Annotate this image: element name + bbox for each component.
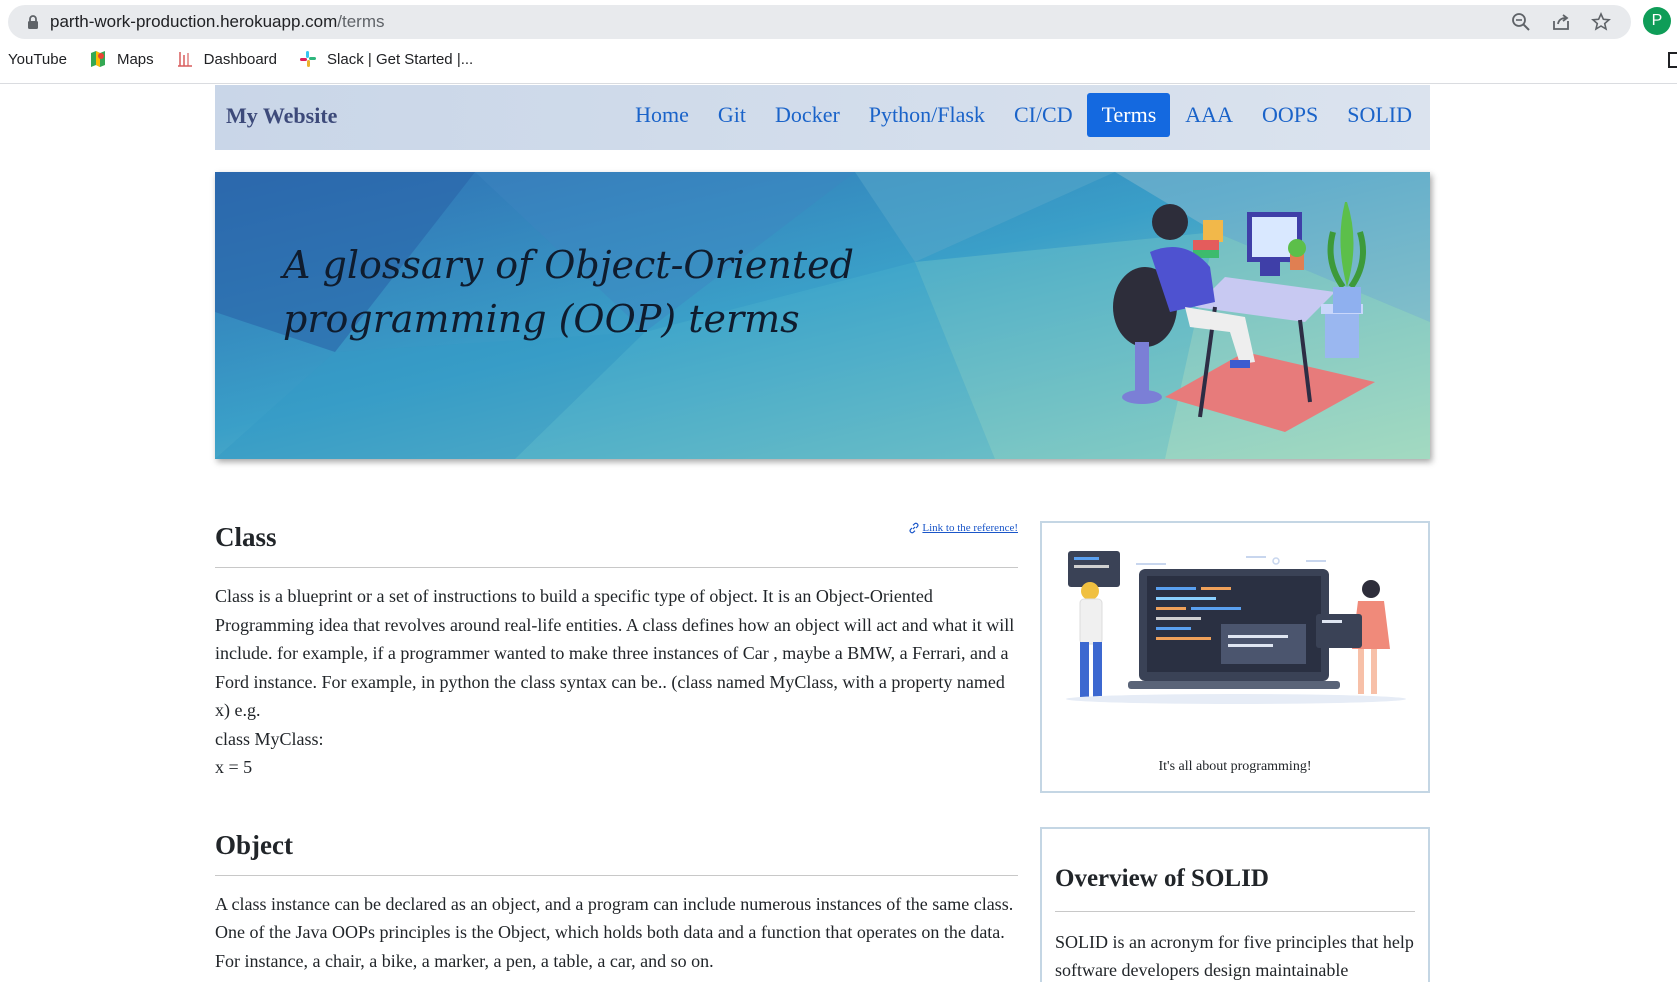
bookmark-label: Slack | Get Started |... (327, 50, 474, 68)
class-body: Class is a blueprint or a set of instruc… (215, 568, 1018, 782)
nav-python-flask[interactable]: Python/Flask (854, 93, 999, 137)
other-bookmarks-icon[interactable] (1668, 52, 1677, 68)
divider (1055, 911, 1415, 912)
object-heading: Object (215, 829, 293, 860)
bookmark-maps[interactable]: Maps (89, 50, 154, 68)
share-icon[interactable] (1551, 12, 1571, 32)
profile-avatar[interactable]: P (1643, 7, 1671, 35)
lock-icon (28, 15, 38, 29)
nav-ci-cd[interactable]: CI/CD (999, 93, 1087, 137)
url-path: /terms (337, 12, 385, 31)
nav-aaa[interactable]: AAA (1170, 93, 1247, 137)
bookmark-star-icon[interactable] (1591, 12, 1611, 32)
address-bar[interactable]: parth-work-production.herokuapp.com/term… (8, 5, 1631, 39)
banner-title-line1: A glossary of Object-Oriented (283, 243, 854, 287)
solid-overview-card: Overview of SOLID SOLID is an acronym fo… (1040, 827, 1430, 982)
class-heading: Class (215, 522, 277, 552)
dashboard-icon (177, 52, 192, 67)
nav-terms[interactable]: Terms (1086, 93, 1171, 137)
programming-illustration (1066, 551, 1406, 704)
site-navbar: My Website Home Git Docker Python/Flask … (215, 85, 1430, 150)
banner-title: A glossary of Object-Oriented programmin… (283, 238, 854, 346)
main-content: Class Link to the reference! Class is a … (215, 510, 1018, 975)
bookmark-label: YouTube (8, 50, 67, 68)
zoom-icon[interactable] (1511, 12, 1531, 32)
url-host: parth-work-production.herokuapp.com (50, 12, 338, 31)
solid-description: SOLID is an acronym for five principles … (1055, 932, 1414, 980)
nav-git[interactable]: Git (703, 93, 760, 137)
browser-chrome: parth-work-production.herokuapp.com/term… (0, 0, 1677, 84)
bookmarks-bar: YouTube Maps Dashboard Slack | Get Start… (8, 50, 495, 68)
nav-oops[interactable]: OOPS (1247, 93, 1332, 137)
main-nav: Home Git Docker Python/Flask CI/CD Terms… (620, 93, 1426, 137)
bookmark-dashboard[interactable]: Dashboard (176, 50, 277, 68)
object-body: A class instance can be declared as an o… (215, 876, 1018, 976)
bookmark-label: Maps (116, 50, 154, 68)
nav-docker[interactable]: Docker (760, 93, 854, 137)
url-text: parth-work-production.herokuapp.com/term… (50, 12, 385, 32)
slack-icon (300, 51, 317, 67)
class-section-header: Class Link to the reference! (215, 510, 1018, 568)
object-section-header: Object (215, 818, 1018, 876)
class-code-line2: x = 5 (215, 757, 253, 777)
programming-image-card: It's all about programming! (1040, 521, 1430, 793)
bookmark-youtube[interactable]: YouTube (8, 51, 67, 68)
link-icon (909, 522, 919, 534)
reference-link-label: Link to the reference! (922, 522, 1018, 534)
developer-desk-illustration (1113, 202, 1375, 432)
solid-heading: Overview of SOLID (1055, 865, 1269, 892)
bookmark-label: Dashboard (203, 50, 278, 68)
site-brand[interactable]: My Website (226, 103, 337, 129)
nav-solid[interactable]: SOLID (1332, 93, 1426, 137)
class-code-line1: class MyClass: (215, 728, 324, 749)
banner-title-line2: programming (OOP) terms (283, 297, 800, 341)
reference-link[interactable]: Link to the reference! (908, 522, 1018, 534)
image-caption: It's all about programming! (1158, 759, 1312, 774)
object-description: A class instance can be declared as an o… (215, 893, 1014, 971)
hero-banner: A glossary of Object-Oriented programmin… (215, 172, 1430, 459)
bookmark-slack[interactable]: Slack | Get Started |... (299, 50, 473, 68)
class-description: Class is a blueprint or a set of instruc… (215, 586, 1015, 720)
nav-home[interactable]: Home (620, 93, 703, 137)
maps-icon (90, 51, 105, 67)
